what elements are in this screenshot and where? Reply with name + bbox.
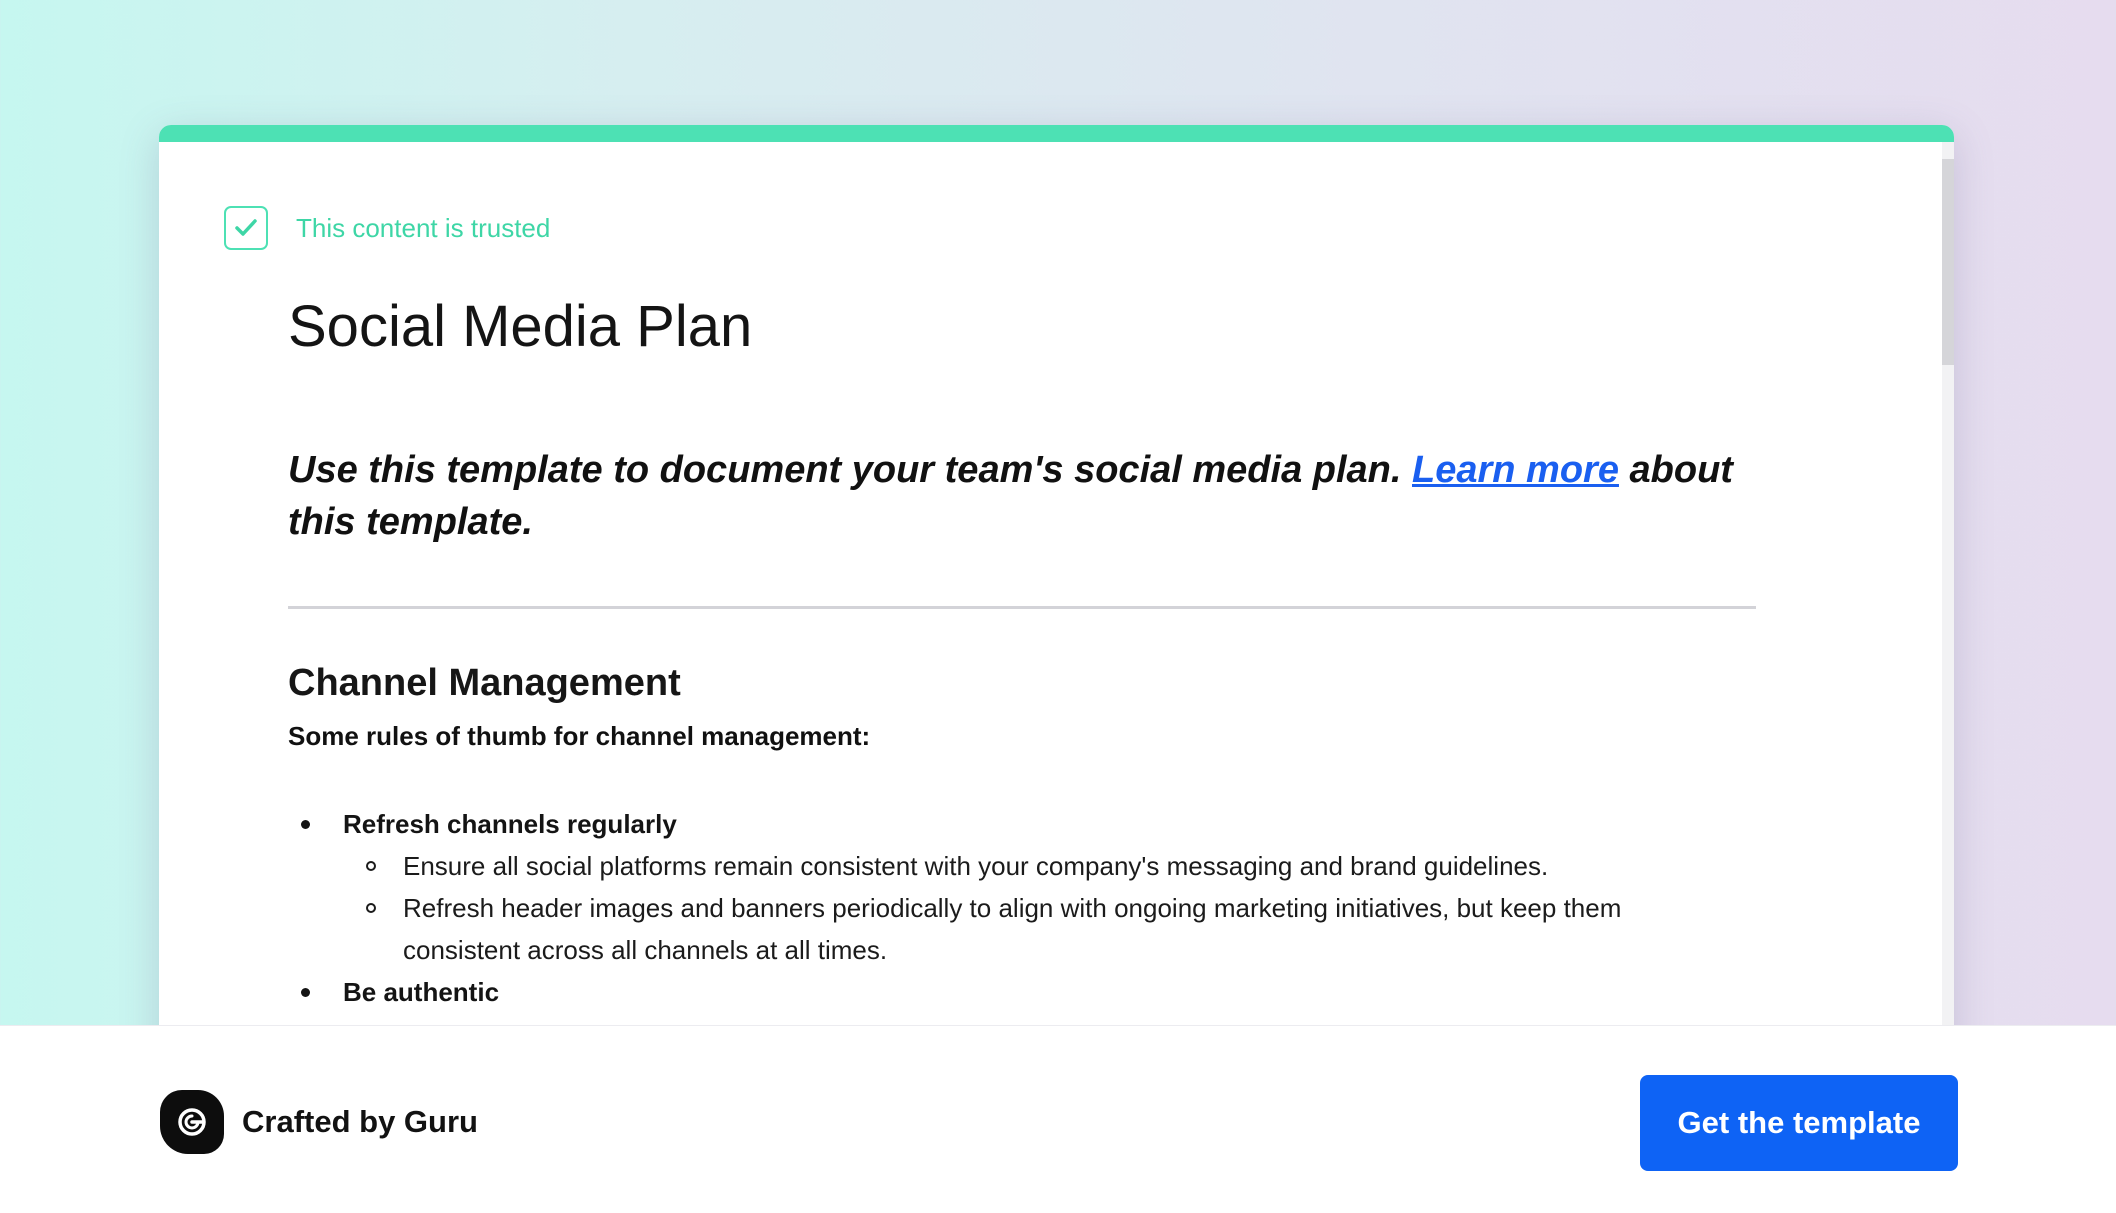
page-title: Social Media Plan <box>288 294 753 359</box>
sub-list-item: Refresh header images and banners period… <box>288 887 1768 971</box>
scrollbar-thumb[interactable] <box>1942 159 1954 365</box>
list-item-label: Refresh channels regularly <box>343 809 677 839</box>
template-preview-card: This content is trusted Social Media Pla… <box>159 125 1954 1075</box>
bullet-circle <box>366 903 376 913</box>
learn-more-link[interactable]: Learn more <box>1412 449 1619 491</box>
sub-list-item-text: Ensure all social platforms remain consi… <box>403 851 1549 881</box>
footer-bar: Crafted by Guru Get the template <box>0 1025 2116 1213</box>
list-item: Refresh channels regularly <box>288 803 1768 845</box>
crafted-by-label: Crafted by Guru <box>242 1104 478 1139</box>
sub-list-item: Ensure all social platforms remain consi… <box>288 845 1768 887</box>
get-template-button[interactable]: Get the template <box>1640 1075 1958 1171</box>
list-item: Be authentic <box>288 971 1768 1013</box>
bullet-dot <box>301 820 310 829</box>
card-accent-bar <box>159 125 1954 142</box>
bullet-list: Refresh channels regularly Ensure all so… <box>288 803 1768 1013</box>
sub-list-item-text: Refresh header images and banners period… <box>403 893 1622 965</box>
trusted-checkbox <box>224 206 268 250</box>
guru-mark-icon <box>178 1108 206 1136</box>
intro-paragraph: Use this template to document your team'… <box>288 444 1768 548</box>
section-heading: Channel Management <box>288 662 681 704</box>
bullet-dot <box>301 988 310 997</box>
divider <box>288 606 1756 609</box>
bullet-circle <box>366 861 376 871</box>
guru-logo-icon <box>160 1090 224 1154</box>
scrollbar[interactable] <box>1942 142 1954 1075</box>
intro-text-start: Use this template to document your team'… <box>288 449 1412 491</box>
list-item-label: Be authentic <box>343 977 500 1007</box>
section-subheading: Some rules of thumb for channel manageme… <box>288 721 871 751</box>
check-icon <box>235 219 257 236</box>
trusted-status-label: This content is trusted <box>296 213 551 243</box>
